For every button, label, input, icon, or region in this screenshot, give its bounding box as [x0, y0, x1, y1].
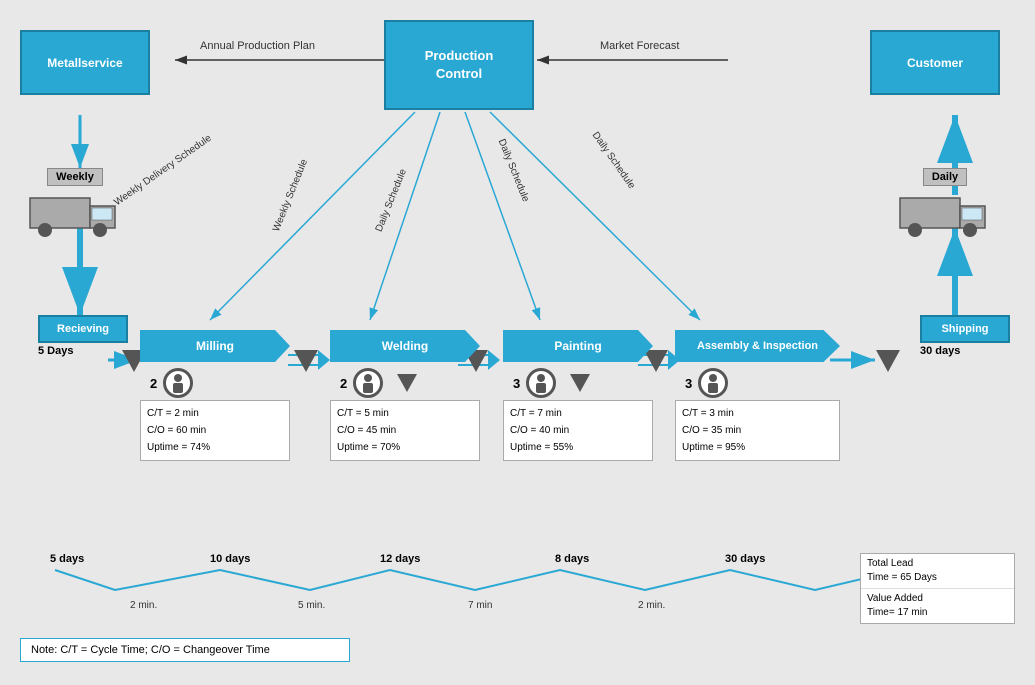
- shipping-box: Shipping: [920, 315, 1010, 343]
- assembly-co: C/O = 35 min: [682, 422, 833, 439]
- timeline-time-0: 2 min.: [130, 600, 157, 611]
- customer-box: Customer: [870, 30, 1000, 95]
- metallservice-box: Metallservice: [20, 30, 150, 95]
- welding-info-box: C/T = 5 min C/O = 45 min Uptime = 70%: [330, 400, 480, 461]
- timeline-days-4: 30 days: [725, 553, 765, 565]
- weekly-delivery-label: Weekly Delivery Schedule: [112, 133, 213, 209]
- customer-label: Customer: [907, 56, 963, 70]
- receiving-days-label: 5 Days: [38, 345, 73, 357]
- summary-box: Total LeadTime = 65 Days Value AddedTime…: [860, 553, 1015, 624]
- milling-co: C/O = 60 min: [147, 422, 283, 439]
- timeline-days-1: 10 days: [210, 553, 250, 565]
- assembly-person-icon: [705, 373, 721, 393]
- welding-inv-small: [397, 374, 417, 392]
- total-lead-time-row: Total LeadTime = 65 Days: [861, 554, 1014, 589]
- painting-person-icon: [533, 373, 549, 393]
- painting-ct: C/T = 7 min: [510, 405, 646, 422]
- painting-info-box: C/T = 7 min C/O = 40 min Uptime = 55%: [503, 400, 653, 461]
- production-control-box: ProductionControl: [384, 20, 534, 110]
- welding-person-icon: [360, 373, 376, 393]
- milling-operator-count: 2: [150, 376, 157, 391]
- painting-process-box: Painting: [503, 330, 653, 362]
- milling-uptime: Uptime = 74%: [147, 439, 283, 456]
- welding-operator-circle: [353, 368, 383, 398]
- weekly-schedule-label: Weekly Schedule: [271, 158, 310, 234]
- diagram: Metallservice ProductionControl Customer…: [0, 0, 1035, 685]
- value-added-time-row: Value AddedTime= 17 min: [861, 589, 1014, 623]
- daily-truck-icon: [895, 188, 995, 240]
- milling-info-box: C/T = 2 min C/O = 60 min Uptime = 74%: [140, 400, 290, 461]
- assembly-uptime: Uptime = 95%: [682, 439, 833, 456]
- painting-operator-count: 3: [513, 376, 520, 391]
- milling-process-box: Milling: [140, 330, 290, 362]
- painting-uptime: Uptime = 55%: [510, 439, 646, 456]
- welding-process-box: Welding: [330, 330, 480, 362]
- painting-operator-circle: [526, 368, 556, 398]
- assembly-ct: C/T = 3 min: [682, 405, 833, 422]
- receiving-box: Recieving: [38, 315, 128, 343]
- timeline-time-3: 2 min.: [638, 600, 665, 611]
- weekly-truck-label: Weekly: [47, 168, 103, 186]
- timeline-time-1: 5 min.: [298, 600, 325, 611]
- welding-ct: C/T = 5 min: [337, 405, 473, 422]
- timeline-days-3: 8 days: [555, 553, 589, 565]
- painting-co: C/O = 40 min: [510, 422, 646, 439]
- inv-triangle-shipping: [876, 350, 900, 372]
- painting-inv-small: [570, 374, 590, 392]
- milling-person-icon: [170, 373, 186, 393]
- daily-truck: Daily: [895, 168, 995, 240]
- welding-uptime: Uptime = 70%: [337, 439, 473, 456]
- timeline-days-0: 5 days: [50, 553, 84, 565]
- assembly-operator-circle: [698, 368, 728, 398]
- production-control-label: ProductionControl: [425, 47, 494, 83]
- note-text: Note: C/T = Cycle Time; C/O = Changeover…: [31, 644, 270, 656]
- welding-co: C/O = 45 min: [337, 422, 473, 439]
- weekly-truck-icon: [25, 188, 125, 240]
- daily-schedule-2-label: Daily Schedule: [496, 138, 531, 204]
- assembly-process-box: Assembly & Inspection: [675, 330, 840, 362]
- note-box: Note: C/T = Cycle Time; C/O = Changeover…: [20, 638, 350, 662]
- welding-operator-count: 2: [340, 376, 347, 391]
- timeline-days-2: 12 days: [380, 553, 420, 565]
- weekly-truck: Weekly: [25, 168, 125, 240]
- shipping-days-label: 30 days: [920, 345, 960, 357]
- annual-plan-label: Annual Production Plan: [200, 40, 315, 52]
- daily-schedule-3-label: Daily Schedule: [590, 130, 637, 191]
- daily-truck-label: Daily: [923, 168, 967, 186]
- daily-schedule-1-label: Daily Schedule: [374, 168, 409, 234]
- milling-operator-circle: [163, 368, 193, 398]
- assembly-operator-count: 3: [685, 376, 692, 391]
- inv-triangle-welding: [294, 350, 318, 372]
- market-forecast-label: Market Forecast: [600, 40, 679, 52]
- assembly-info-box: C/T = 3 min C/O = 35 min Uptime = 95%: [675, 400, 840, 461]
- timeline-time-2: 7 min: [468, 600, 492, 611]
- milling-ct: C/T = 2 min: [147, 405, 283, 422]
- metallservice-label: Metallservice: [47, 56, 122, 70]
